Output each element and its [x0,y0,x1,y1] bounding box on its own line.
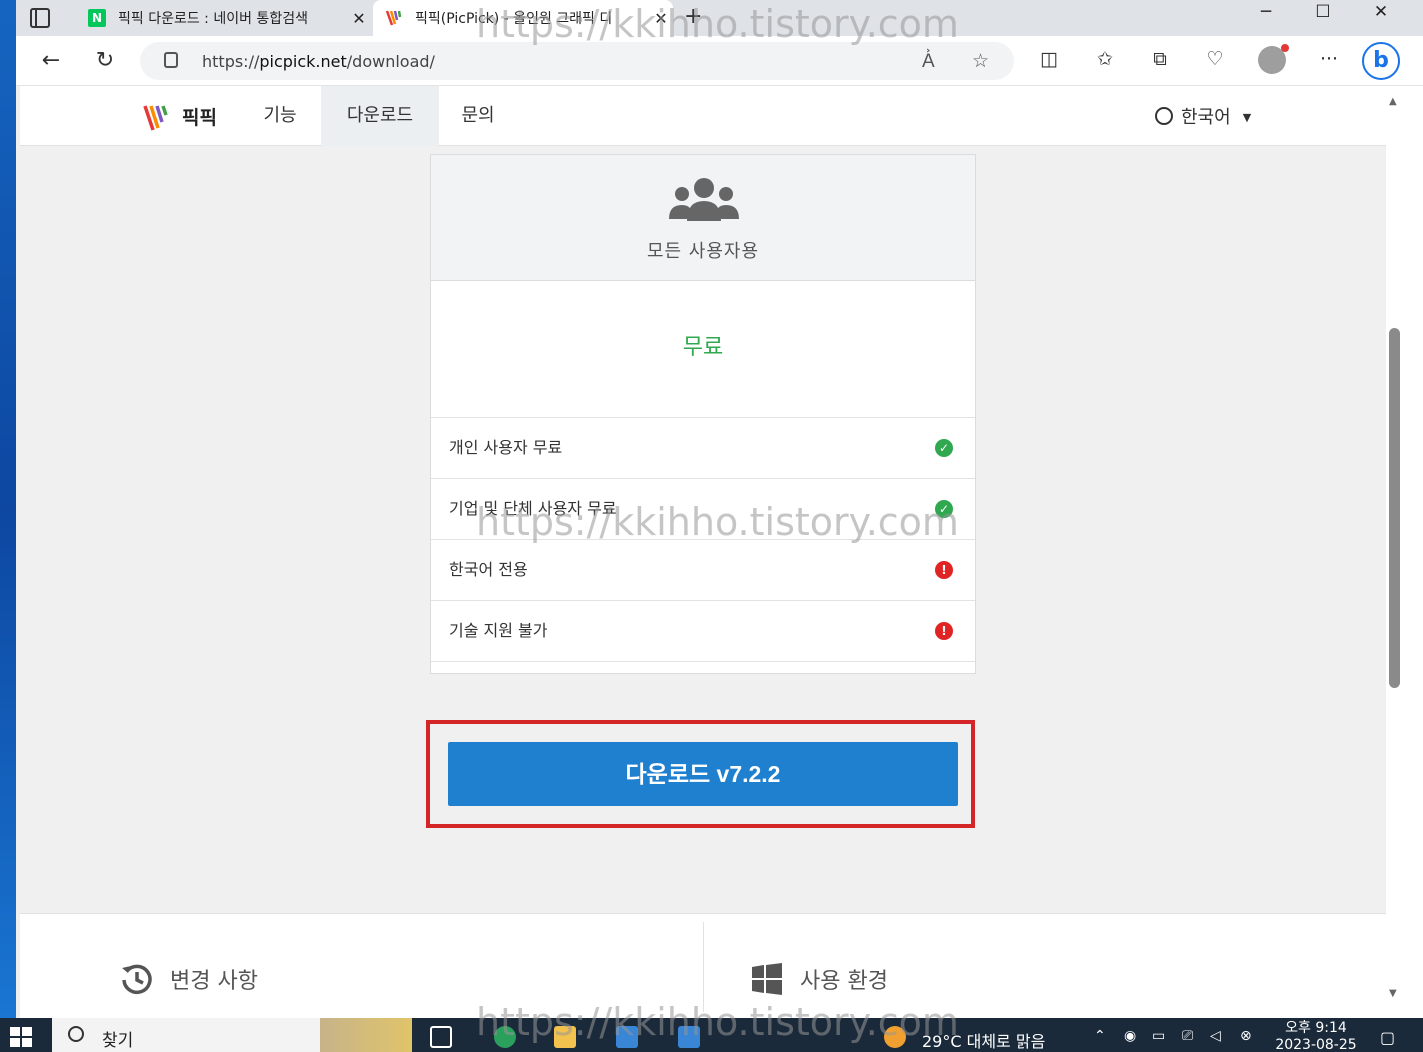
close-tab-icon[interactable]: ✕ [347,9,371,28]
browser-window: N 픽픽 다운로드 : 네이버 통합검색 ✕ 픽픽(PicPick) - 올인원… [16,0,1423,1018]
close-window-icon[interactable]: ✕ [1361,2,1401,22]
task-view-icon[interactable] [430,1026,452,1048]
download-button[interactable]: 다운로드 v7.2.2 [448,742,958,806]
language-selector[interactable]: 한국어 ▼ [1155,103,1251,129]
network-icon[interactable]: ⎚ [1182,1028,1193,1044]
weather-icon[interactable] [884,1026,906,1048]
search-label: 찾기 [102,1031,134,1051]
feature-row: 기술 지원 불가 ! [431,601,975,662]
caret-down-icon: ▼ [1242,111,1252,124]
bing-chat-icon[interactable]: b [1362,42,1400,80]
nav-download[interactable]: 다운로드 [321,86,439,146]
url-path: /download/ [346,52,435,71]
requirements-label: 사용 환경 [800,969,888,994]
notification-error-icon[interactable]: ⊗ [1240,1028,1252,1044]
split-screen-icon[interactable]: ◫ [1034,48,1064,70]
store-icon[interactable] [616,1026,638,1048]
more-options-icon[interactable]: ··· [1314,48,1344,70]
start-windows-icon[interactable] [10,1027,32,1047]
plan-price: 무료 [431,281,975,418]
system-clock[interactable]: 오후 9:14 2023-08-25 [1268,1020,1364,1052]
favorite-star-icon[interactable]: ☆ [972,50,989,72]
tab-title: 픽픽(PicPick) - 올인원 그래픽 디 [415,11,613,27]
tab-picpick[interactable]: 픽픽(PicPick) - 올인원 그래픽 디 ✕ [373,0,673,36]
nav-contact[interactable]: 문의 [444,86,512,146]
search-icon [68,1026,84,1042]
changelog-link[interactable]: 변경 사항 [120,962,258,996]
naver-icon: N [88,9,106,27]
profile-avatar[interactable] [1258,44,1289,74]
volume-muted-icon[interactable]: ◁ [1210,1028,1221,1044]
tab-strip: N 픽픽 다운로드 : 네이버 통합검색 ✕ 픽픽(PicPick) - 올인원… [16,0,1423,36]
feature-row: 기업 및 단체 사용자 무료 ✓ [431,479,975,540]
scroll-down-icon[interactable]: ▼ [1389,988,1397,999]
globe-icon [1155,107,1173,125]
feature-label: 기술 지원 불가 [449,621,548,640]
clock-date: 2023-08-25 [1275,1037,1357,1052]
file-explorer-icon[interactable] [554,1026,576,1048]
url-scheme: https:// [202,52,260,71]
page-viewport: 픽픽 기능 다운로드 문의 한국어 ▼ 모든 사용자용 무료 개인 사용자 무료… [16,86,1386,1018]
picpick-icon [385,10,402,26]
history-icon [122,964,152,995]
picpick-logo[interactable] [142,102,172,132]
favorites-icon[interactable]: ✩ [1090,48,1120,70]
feature-label: 기업 및 단체 사용자 무료 [449,499,617,518]
changelog-label: 변경 사항 [170,969,258,994]
requirements-link[interactable]: 사용 환경 [750,962,888,996]
tray-overflow-icon[interactable]: ⌃ [1094,1028,1106,1044]
url-text[interactable]: https://picpick.net/download/ [202,52,435,71]
site-navbar: 픽픽 기능 다운로드 문의 한국어 ▼ [20,86,1386,146]
language-label: 한국어 [1181,107,1231,128]
read-aloud-icon[interactable]: A͐ [922,50,935,73]
taskbar-search[interactable]: 찾기 [52,1018,412,1052]
minimize-icon[interactable]: ─ [1246,2,1286,22]
close-tab-icon[interactable]: ✕ [649,9,673,28]
tray-app-icon[interactable]: ◉ [1124,1028,1136,1044]
maximize-icon[interactable]: ☐ [1303,2,1343,22]
lock-icon[interactable] [164,52,178,68]
battery-icon[interactable]: ▭ [1152,1028,1165,1044]
pricing-card: 모든 사용자용 무료 개인 사용자 무료 ✓ 기업 및 단체 사용자 무료 ✓ … [430,154,976,674]
windows-logo-icon [752,963,782,995]
browser-essentials-icon[interactable]: ♡ [1200,48,1230,70]
scroll-up-icon[interactable]: ▲ [1389,96,1397,107]
edge-browser-icon[interactable] [494,1026,516,1048]
collections-icon[interactable]: ⧉ [1145,48,1175,70]
new-tab-button[interactable]: + [684,4,702,29]
tab-title: 픽픽 다운로드 : 네이버 통합검색 [118,11,308,27]
feature-label: 한국어 전용 [449,560,528,579]
check-circle-icon: ✓ [935,500,953,518]
tab-naver-search[interactable]: N 픽픽 다운로드 : 네이버 통합검색 ✕ [76,0,371,36]
card-header: 모든 사용자용 [431,155,975,281]
taskbar: 찾기 29°C 대체로 맑음 ⌃ ◉ ▭ ⎚ ◁ ⊗ 오후 9:14 2023-… [0,1018,1423,1052]
back-icon[interactable]: ← [36,48,66,73]
weather-text[interactable]: 29°C 대체로 맑음 [922,1028,1045,1052]
feature-row: 개인 사용자 무료 ✓ [431,418,975,479]
exclamation-circle-icon: ! [935,561,953,579]
address-bar[interactable]: https://picpick.net/download/ A͐ ☆ [140,42,1014,80]
address-toolbar: ← ↻ https://picpick.net/download/ A͐ ☆ ◫… [16,36,1423,86]
info-section: 변경 사항 사용 환경 [20,913,1386,1018]
action-center-icon[interactable]: ▢ [1380,1028,1395,1047]
tab-actions-icon[interactable] [30,8,50,28]
refresh-icon[interactable]: ↻ [90,48,120,73]
search-highlight-image [320,1018,412,1052]
scrollbar-thumb[interactable] [1389,328,1400,688]
desktop-background [0,0,16,1018]
mail-icon[interactable] [678,1026,700,1048]
feature-row: 한국어 전용 ! [431,540,975,601]
section-divider [703,922,704,1012]
users-group-icon [669,178,739,221]
plan-audience: 모든 사용자용 [646,241,760,262]
site-brand[interactable]: 픽픽 [182,103,217,130]
exclamation-circle-icon: ! [935,622,953,640]
url-host: picpick.net [259,52,347,71]
feature-label: 개인 사용자 무료 [449,438,563,457]
nav-features[interactable]: 기능 [246,86,314,146]
clock-time: 오후 9:14 [1285,1020,1347,1036]
check-circle-icon: ✓ [935,439,953,457]
